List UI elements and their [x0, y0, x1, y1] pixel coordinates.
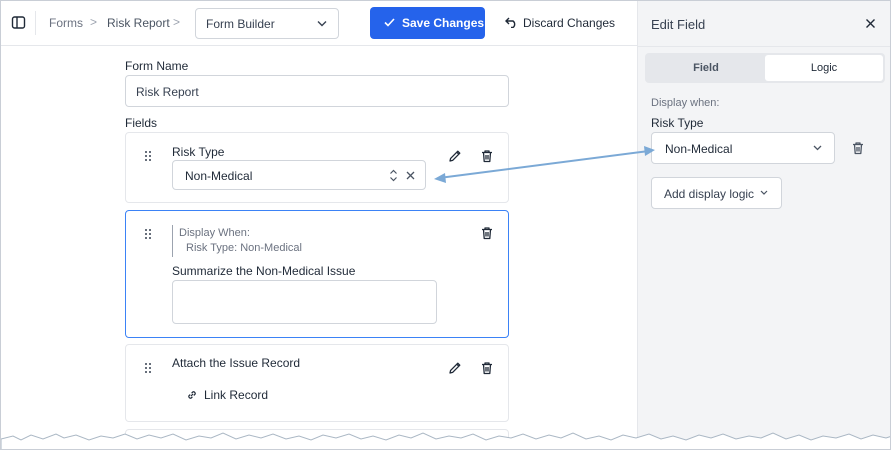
- breadcrumb-separator: >: [173, 15, 181, 29]
- display-condition: Risk Type: Non-Medical: [186, 242, 302, 254]
- trash-icon[interactable]: [479, 148, 495, 164]
- form-name-input[interactable]: Risk Report: [125, 75, 509, 107]
- add-display-logic-label: Add display logic: [664, 187, 755, 201]
- fields-label: Fields: [125, 116, 158, 130]
- display-when-label: Display when:: [651, 97, 720, 109]
- save-changes-button[interactable]: Save Changes: [370, 7, 485, 39]
- panel-tabs: Field Logic: [645, 53, 885, 83]
- clear-icon[interactable]: [406, 171, 415, 180]
- sidebar-toggle-icon[interactable]: [11, 15, 26, 30]
- link-record-button[interactable]: Link Record: [186, 387, 276, 405]
- logic-value-select[interactable]: Non-Medical: [651, 132, 835, 164]
- form-name-value: Risk Report: [136, 85, 199, 99]
- logic-field-label: Risk Type: [651, 116, 704, 130]
- drag-handle-icon[interactable]: [145, 151, 153, 163]
- risk-type-select[interactable]: Non-Medical: [172, 160, 426, 190]
- field-title: Risk Type: [172, 145, 225, 159]
- breadcrumb-risk-report[interactable]: Risk Report: [107, 16, 170, 30]
- select-arrows-icon: [390, 169, 397, 182]
- view-select-value: Form Builder: [206, 17, 275, 31]
- trash-icon[interactable]: [479, 225, 495, 241]
- breadcrumb-separator: >: [90, 15, 98, 29]
- logic-value: Non-Medical: [665, 142, 733, 156]
- form-canvas: Form Name Risk Report Fields Risk Type N…: [1, 46, 637, 449]
- tab-logic[interactable]: Logic: [765, 55, 883, 81]
- close-icon[interactable]: [865, 18, 876, 29]
- panel-title: Edit Field: [651, 17, 706, 32]
- drag-handle-icon[interactable]: [145, 363, 153, 375]
- chevron-down-icon: [317, 21, 327, 27]
- torn-edge: [1, 432, 890, 449]
- display-when-label: Display When:: [179, 227, 250, 239]
- edit-field-panel: Edit Field Field Logic Display when: Ris…: [637, 1, 890, 449]
- summary-textarea[interactable]: [172, 280, 437, 324]
- field-card-attach-record[interactable]: Attach the Issue Record Link Record: [125, 344, 509, 422]
- view-select[interactable]: Form Builder: [195, 8, 339, 39]
- discard-changes-label: Discard Changes: [523, 16, 616, 30]
- link-icon: [188, 391, 196, 399]
- form-name-label: Form Name: [125, 59, 189, 73]
- pencil-icon[interactable]: [447, 148, 463, 164]
- check-icon: [384, 18, 395, 27]
- drag-handle-icon[interactable]: [145, 229, 153, 241]
- condition-bar: [172, 225, 173, 257]
- chevron-down-icon: [813, 145, 822, 151]
- add-display-logic-button[interactable]: Add display logic: [651, 177, 782, 209]
- pencil-icon[interactable]: [447, 360, 463, 376]
- risk-type-value: Non-Medical: [185, 169, 253, 183]
- trash-icon[interactable]: [850, 140, 866, 156]
- chevron-down-icon: [760, 190, 768, 195]
- tab-field[interactable]: Field: [647, 55, 765, 81]
- discard-changes-button[interactable]: Discard Changes: [498, 7, 620, 39]
- field-title: Attach the Issue Record: [172, 356, 301, 370]
- link-record-label: Link Record: [204, 388, 269, 402]
- save-changes-label: Save Changes: [402, 16, 485, 30]
- breadcrumb-forms[interactable]: Forms: [49, 16, 83, 30]
- field-title: Summarize the Non-Medical Issue: [172, 264, 356, 278]
- top-bar: Forms > Risk Report > Form Builder Save …: [1, 1, 637, 46]
- field-card-risk-type[interactable]: Risk Type Non-Medical: [125, 132, 509, 203]
- field-card-summarize-issue[interactable]: Display When: Risk Type: Non-Medical Sum…: [125, 210, 509, 338]
- divider: [638, 46, 890, 47]
- divider: [35, 11, 36, 35]
- app-window: Forms > Risk Report > Form Builder Save …: [0, 0, 891, 450]
- trash-icon[interactable]: [479, 360, 495, 376]
- undo-icon: [505, 17, 516, 28]
